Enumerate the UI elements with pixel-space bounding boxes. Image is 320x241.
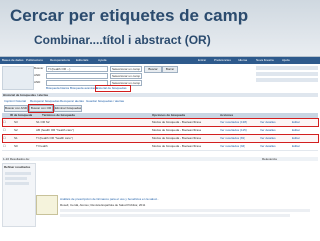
- results-toolbar: 1-10 Resultados de: Relevancia: [2, 157, 318, 161]
- row-s3-highlight: [2, 118, 319, 127]
- row-edit-link[interactable]: Editar: [292, 144, 300, 149]
- slide-subtitle: Combinar....títol i abstract (OR): [34, 33, 211, 47]
- delete-searches-button[interactable]: Eliminar búsquedas: [54, 105, 82, 112]
- nav-item-new-window[interactable]: Nova finestra: [256, 58, 274, 63]
- sort-select[interactable]: Relevancia: [262, 157, 277, 161]
- top-navbar: Bases de dades Publicacions Recuperacion…: [0, 57, 320, 64]
- refine-sidebar: Refinar resultados: [2, 163, 36, 227]
- row-options: Modos de búsqueda - Boolean/Frase: [152, 144, 202, 148]
- search-input-1-value: TI (health OR ...): [48, 67, 71, 71]
- field-select-2[interactable]: Seleccionar un camp: [110, 73, 142, 79]
- search-input-2[interactable]: [46, 73, 108, 79]
- row-checkbox[interactable]: ☐: [3, 128, 6, 133]
- search-row-2-label: AND: [34, 73, 41, 77]
- nav-item-signin[interactable]: Entrar: [198, 58, 206, 63]
- result-abstract-line: [60, 209, 310, 212]
- nav-item-publications[interactable]: Publicacions: [26, 58, 43, 63]
- nav-item-retrievals[interactable]: Recuperacions: [50, 58, 70, 63]
- row-details-link[interactable]: Ver detalles: [260, 128, 276, 133]
- search-with-and-button[interactable]: Buscar con AND: [4, 105, 28, 112]
- search-history-link[interactable]: Historial de búsquedas: [96, 86, 127, 90]
- row-id: S2: [14, 128, 18, 132]
- clear-button[interactable]: Borrar: [162, 66, 178, 73]
- nav-item-help[interactable]: Ayuda: [98, 58, 106, 63]
- results-count: 1-10 Resultados de:: [3, 157, 30, 161]
- search-with-or-button[interactable]: Buscar con OR: [29, 105, 53, 112]
- refine-option[interactable]: [5, 172, 31, 175]
- save-searches-link[interactable]: Guardar búsquedas / alertas: [86, 99, 124, 103]
- row-options: Modos de búsqueda - Boolean/Frase: [152, 128, 202, 132]
- nav-item-databases[interactable]: Bases de dades: [2, 58, 24, 63]
- history-title: Historial de búsquedas / alertas: [3, 93, 49, 97]
- search-input-1[interactable]: TI (health OR ...): [46, 66, 108, 72]
- search-row-1-label: Buscar: [34, 66, 44, 70]
- provider-logo: [2, 66, 34, 90]
- row-s1-highlight: [2, 134, 319, 143]
- field-select-1-value: Seleccionar un camp: [112, 67, 141, 71]
- row-id: S0: [14, 144, 18, 148]
- database-screenshot: Bases de dades Publicacions Recuperacion…: [0, 56, 320, 241]
- slide-header: Cercar per etiquetes de camp Combinar...…: [0, 0, 320, 56]
- result-citation: Rosell, Cerdà, Alonso; Revista Española …: [60, 203, 146, 207]
- row-edit-link[interactable]: Editar: [292, 128, 300, 133]
- refine-option[interactable]: [5, 177, 27, 180]
- advanced-search-link[interactable]: Búsqueda avanzada: [70, 86, 97, 90]
- search-button[interactable]: Buscar: [144, 66, 162, 73]
- row-checkbox[interactable]: ☐: [3, 144, 6, 149]
- result-title-link[interactable]: Análisis de prescripción de fármacos par…: [60, 197, 159, 201]
- field-select-2-value: Seleccionar un camp: [112, 74, 141, 78]
- table-row: ☐ S0 TI health Modos de búsqueda - Boole…: [2, 143, 318, 151]
- promo-line-2: [256, 72, 318, 76]
- result-abstract-line: [60, 214, 290, 217]
- promo-line-3: [256, 78, 318, 82]
- row-results-link[interactable]: Ver resultados (115): [220, 128, 247, 133]
- result-thumbnail[interactable]: [36, 195, 58, 215]
- row-terms: AB (health OR "health care"): [36, 128, 75, 132]
- history-section-bar: Historial de búsquedas / alertas: [2, 93, 318, 97]
- row-details-link[interactable]: Ver detalles: [260, 144, 276, 149]
- refine-label: Refinar resultados: [4, 165, 31, 169]
- search-row-3-label: AND: [34, 80, 41, 84]
- basic-search-link[interactable]: Búsqueda básica: [46, 86, 69, 90]
- slide-title: Cercar per etiquetes de camp: [10, 6, 249, 25]
- search-form: Buscar TI (health OR ...) Seleccionar un…: [34, 66, 254, 92]
- retrieve-alerts-link[interactable]: Recuperar alertas: [60, 99, 84, 103]
- retrieve-searches-link[interactable]: Recuperar búsquedas: [30, 99, 60, 103]
- nav-item-publishers[interactable]: Editorials: [76, 58, 88, 63]
- row-terms: TI health: [36, 144, 48, 148]
- print-history-link[interactable]: Imprimir historial: [4, 99, 26, 103]
- field-select-1[interactable]: Seleccionar un camp: [110, 66, 142, 72]
- nav-item-help-right[interactable]: Ajuda: [282, 58, 290, 63]
- right-promo-box: [256, 66, 318, 88]
- nav-item-language[interactable]: Idioma: [238, 58, 247, 63]
- promo-line-1: [256, 66, 318, 70]
- row-results-link[interactable]: Ver resultados (94): [220, 144, 245, 149]
- refine-option[interactable]: [5, 182, 29, 185]
- nav-item-preferences[interactable]: Preferències: [214, 58, 231, 63]
